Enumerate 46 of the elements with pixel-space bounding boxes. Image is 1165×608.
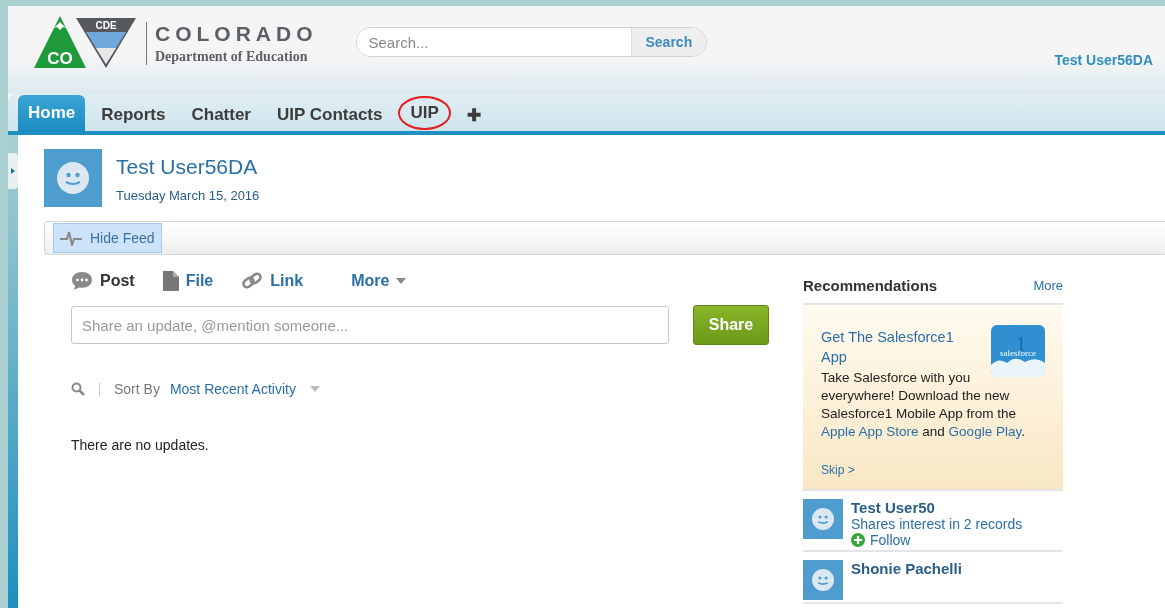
nav-tab[interactable]: Reports bbox=[91, 99, 176, 131]
post-input-field[interactable]: Share an update, @mention someone... bbox=[71, 306, 669, 344]
composer-tab[interactable]: More bbox=[351, 272, 407, 290]
search-icon[interactable] bbox=[71, 382, 85, 396]
user-menu-link[interactable]: Test User56DA bbox=[1054, 52, 1153, 68]
app-store-link[interactable]: Apple App Store bbox=[821, 424, 919, 439]
skip-link[interactable]: Skip > bbox=[821, 463, 855, 477]
chain-link-icon bbox=[241, 271, 264, 291]
smiley-icon bbox=[812, 569, 834, 591]
caret-icon bbox=[11, 168, 15, 174]
person-name-link[interactable]: Test User50 bbox=[851, 499, 1023, 516]
sort-dropdown[interactable]: Most Recent Activity bbox=[169, 381, 320, 397]
sidebar-toggle[interactable] bbox=[8, 153, 18, 189]
composer-tab[interactable]: File bbox=[162, 271, 214, 291]
recommendations-title: Recommendations bbox=[803, 277, 938, 294]
hide-feed-button[interactable]: Hide Feed bbox=[53, 223, 162, 253]
composer-tab[interactable]: Post bbox=[71, 271, 135, 291]
smiley-icon bbox=[812, 508, 834, 530]
share-button[interactable]: Share bbox=[693, 305, 769, 345]
composer-tab[interactable]: Link bbox=[241, 271, 304, 291]
logo-drawing: CO CDE bbox=[34, 14, 138, 72]
profile-date: Tuesday March 15, 2016 bbox=[116, 188, 260, 203]
pulse-icon bbox=[60, 230, 82, 246]
person-name-link[interactable]: Shonie Pachelli bbox=[851, 560, 962, 577]
search-field[interactable]: Search... Search bbox=[355, 27, 708, 57]
more-link[interactable]: More bbox=[1033, 278, 1063, 293]
document-icon bbox=[162, 271, 179, 291]
promo-title-link[interactable]: Get The Salesforce1 App bbox=[821, 327, 981, 367]
logo-title: COLORADO bbox=[155, 21, 318, 46]
nav-tab[interactable]: UIP bbox=[398, 95, 451, 130]
caret-icon bbox=[309, 386, 320, 392]
sort-label: Sort By bbox=[114, 381, 160, 397]
caret-icon bbox=[396, 278, 407, 284]
logo-subtitle: Department of Education bbox=[155, 48, 309, 65]
nav-tab[interactable]: Home bbox=[18, 95, 86, 131]
plus-icon bbox=[851, 533, 865, 547]
nav-tab[interactable]: UIP Contacts bbox=[267, 99, 393, 131]
empty-feed-message: There are no updates. bbox=[71, 437, 210, 453]
smiley-icon bbox=[57, 162, 89, 194]
profile-name: Test User56DA bbox=[116, 155, 259, 179]
nav-tab[interactable]: ✚ bbox=[456, 99, 491, 131]
nav-tab[interactable]: Chatter bbox=[181, 99, 261, 131]
follow-link[interactable]: Follow bbox=[851, 532, 1023, 548]
speech-bubble-icon bbox=[71, 271, 93, 291]
search-button[interactable]: Search bbox=[630, 28, 707, 56]
recommendation-reason: Shares interest in 2 records bbox=[851, 516, 1023, 532]
